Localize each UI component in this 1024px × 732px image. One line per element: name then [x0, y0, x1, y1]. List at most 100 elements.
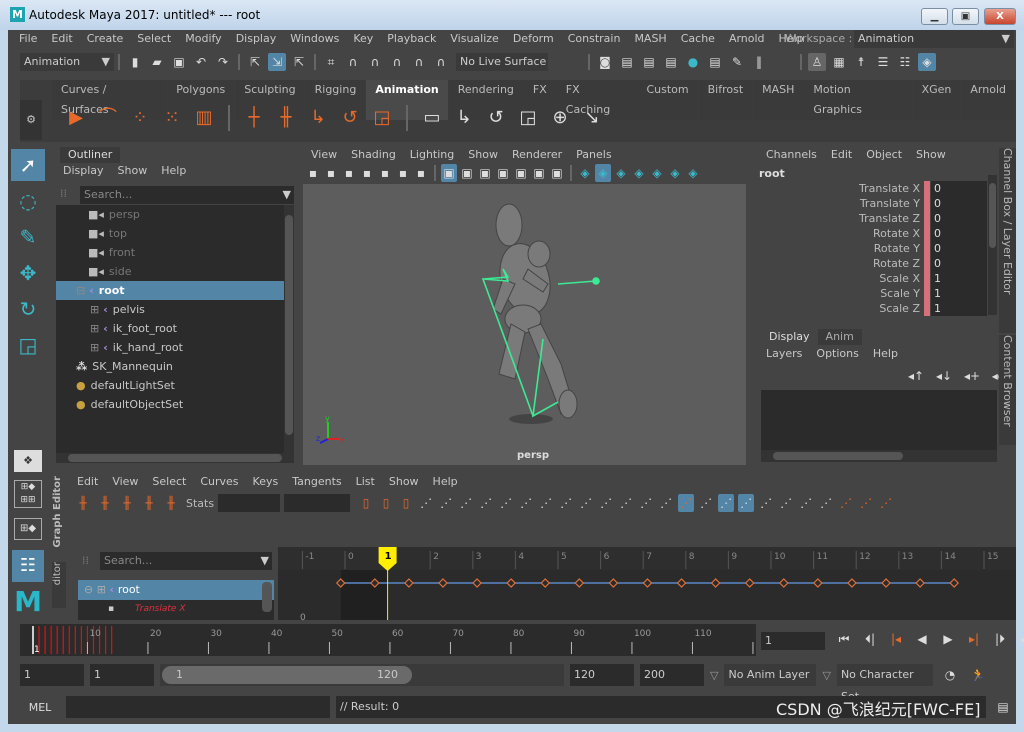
scene-start-field[interactable]: 1	[20, 664, 84, 686]
free-tangent-weight-icon[interactable]: ⋰	[638, 494, 654, 512]
range-slider-handle[interactable]: 1 120	[162, 666, 412, 684]
outliner-item[interactable]: ■◂ front	[56, 243, 284, 262]
viewport-menu-show[interactable]: Show	[461, 148, 505, 161]
viewport-3d-view[interactable]: y x z persp	[303, 184, 746, 465]
channel-value-field[interactable]: 0	[931, 226, 987, 241]
set-key-translate-icon[interactable]: ↳	[304, 104, 332, 132]
channel-value-field[interactable]: 0	[931, 211, 987, 226]
use-lights-icon[interactable]: ◈	[667, 164, 683, 182]
animation-preferences-icon[interactable]: ◔	[941, 666, 959, 684]
outliner-item[interactable]: ⊟ ‹ root	[56, 281, 284, 300]
expand-toggle-icon[interactable]: ⊞	[90, 303, 99, 316]
render-setup-icon[interactable]: ▤	[706, 53, 724, 71]
move-tool-icon[interactable]: ✥	[11, 257, 45, 289]
play-forward-icon[interactable]: ▶	[938, 630, 958, 648]
linear-tangent-icon[interactable]: ⋰	[478, 494, 494, 512]
channel-value-field[interactable]: 0	[931, 181, 987, 196]
2d-pan-icon[interactable]: ▪	[395, 164, 411, 182]
menu-cache[interactable]: Cache	[674, 31, 722, 47]
lattice-deform-icon[interactable]: ╫	[118, 494, 136, 512]
open-scene-icon[interactable]: ▰	[148, 53, 166, 71]
graph-view[interactable]: -1 0 12 3 4 5 6 7 8 9 10 11 12 13 14 15 0 1	[278, 547, 1016, 639]
step-tangent-icon[interactable]: ⋰	[518, 494, 534, 512]
new-empty-layer-icon[interactable]: ◂+	[963, 367, 981, 385]
outliner-item[interactable]: ■◂ persp	[56, 205, 284, 224]
character-set-dropdown[interactable]: No Character Set	[836, 664, 933, 703]
auto-tangent-icon[interactable]: ⋰	[418, 494, 434, 512]
graph-list-item[interactable]: ▪ Translate X	[78, 600, 274, 620]
two-view-layout-button[interactable]: ⊞◆	[14, 518, 42, 540]
snap-surface-icon[interactable]: ∩	[410, 53, 428, 71]
step-back-key-icon[interactable]: ⏴|	[860, 630, 880, 648]
step-back-frame-icon[interactable]: |◂	[886, 630, 906, 648]
wireframe-icon[interactable]: ◈	[577, 164, 593, 182]
keyframe[interactable]	[540, 578, 551, 588]
layer-menu-layers[interactable]: Layers	[759, 347, 809, 360]
shelf-tab-mash[interactable]: MASH	[753, 80, 804, 120]
human-ik-icon[interactable]: ☨	[852, 53, 870, 71]
save-scene-icon[interactable]: ▣	[170, 53, 188, 71]
keyframe[interactable]	[949, 578, 960, 588]
new-scene-icon[interactable]: ▮	[126, 53, 144, 71]
outliner-item[interactable]: ● defaultLightSet	[56, 376, 284, 395]
lock-tangent-weight-icon[interactable]: ⋰	[658, 494, 674, 512]
viewport-menu-panels[interactable]: Panels	[569, 148, 618, 161]
time-slider[interactable]: 10 20 30 40 50 60 70 80 90 100 110 12 1	[20, 624, 766, 656]
graph-list-item[interactable]: ⊖ ⊞ ‹ root	[78, 580, 274, 600]
expand-toggle-icon[interactable]: ⊟	[76, 284, 85, 297]
channel-value-field[interactable]: 1	[931, 286, 987, 301]
graph-menu-tangents[interactable]: Tangents	[285, 475, 348, 488]
create-keyframe-icon[interactable]: ▥	[190, 104, 218, 132]
graph-menu-show[interactable]: Show	[382, 475, 426, 488]
menu-visualize[interactable]: Visualize	[443, 31, 505, 47]
time-snap-icon[interactable]: ⋰	[698, 494, 714, 512]
region-tool-icon[interactable]: ╫	[140, 494, 158, 512]
live-surface-field[interactable]: No Live Surface	[456, 53, 548, 71]
current-frame-field[interactable]: 1	[761, 632, 825, 650]
channel-menu-show[interactable]: Show	[909, 148, 953, 161]
wireframe-on-shaded-icon[interactable]: ◈	[631, 164, 647, 182]
graph-menu-curves[interactable]: Curves	[193, 475, 245, 488]
channel-row[interactable]: Rotate Y 0	[755, 241, 987, 256]
menu-file[interactable]: File	[12, 31, 44, 47]
keyframe[interactable]	[778, 578, 789, 588]
layer-tab-display[interactable]: Display	[761, 329, 818, 345]
pole-vector-icon[interactable]: ↘	[578, 104, 606, 132]
channel-row[interactable]: Translate Z 0	[755, 211, 987, 226]
play-backward-icon[interactable]: ◀	[912, 630, 932, 648]
undo-icon[interactable]: ↶	[192, 53, 210, 71]
channel-value-field[interactable]: 0	[931, 256, 987, 271]
select-hierarchy-icon[interactable]: ⇱	[246, 53, 264, 71]
pause-icon[interactable]: ‖	[750, 53, 768, 71]
outliner-item[interactable]: ● defaultObjectSet	[56, 395, 284, 414]
layer-menu-help[interactable]: Help	[866, 347, 905, 360]
lasso-tool-icon[interactable]: ◌	[11, 185, 45, 217]
dope-sheet-icon[interactable]: ⋰	[838, 494, 854, 512]
shelf-tab-arnold[interactable]: Arnold	[961, 80, 1015, 120]
menu-mash[interactable]: MASH	[627, 31, 673, 47]
viewport-menu-lighting[interactable]: Lighting	[403, 148, 461, 161]
playback-end-field[interactable]: 120	[570, 664, 634, 686]
camera-icon[interactable]: ▪	[305, 164, 321, 182]
menu-display[interactable]: Display	[229, 31, 284, 47]
channel-row[interactable]: Scale X 1	[755, 271, 987, 286]
keyframe[interactable]	[813, 578, 823, 588]
outliner-item[interactable]: ■◂ side	[56, 262, 284, 281]
default-material-icon[interactable]: ◈	[613, 164, 629, 182]
maximize-button[interactable]: ▣	[952, 8, 979, 25]
denormalize-icon[interactable]: ⋰	[758, 494, 774, 512]
smooth-shade-icon[interactable]: ◈	[595, 164, 611, 182]
expand-toggle-icon[interactable]: ⊞	[90, 322, 99, 335]
pre-infinity-icon[interactable]: ⋰	[798, 494, 814, 512]
outliner-item[interactable]: ⊞ ‹ ik_hand_root	[56, 338, 284, 357]
breakdown-icon[interactable]: ╫	[272, 104, 300, 132]
graph-menu-keys[interactable]: Keys	[246, 475, 286, 488]
render-sequence-icon[interactable]: ▤	[618, 53, 636, 71]
aim-constraint-icon[interactable]: ⊕	[546, 104, 574, 132]
flat-tangent-icon[interactable]: ⋰	[498, 494, 514, 512]
channel-box-side-tab[interactable]: Channel Box / Layer Editor	[999, 148, 1016, 333]
channel-box-icon[interactable]: ◈	[918, 53, 936, 71]
graph-list-scrollbar[interactable]	[262, 582, 272, 612]
channel-menu-edit[interactable]: Edit	[824, 148, 859, 161]
attribute-editor-icon[interactable]: ☰	[874, 53, 892, 71]
